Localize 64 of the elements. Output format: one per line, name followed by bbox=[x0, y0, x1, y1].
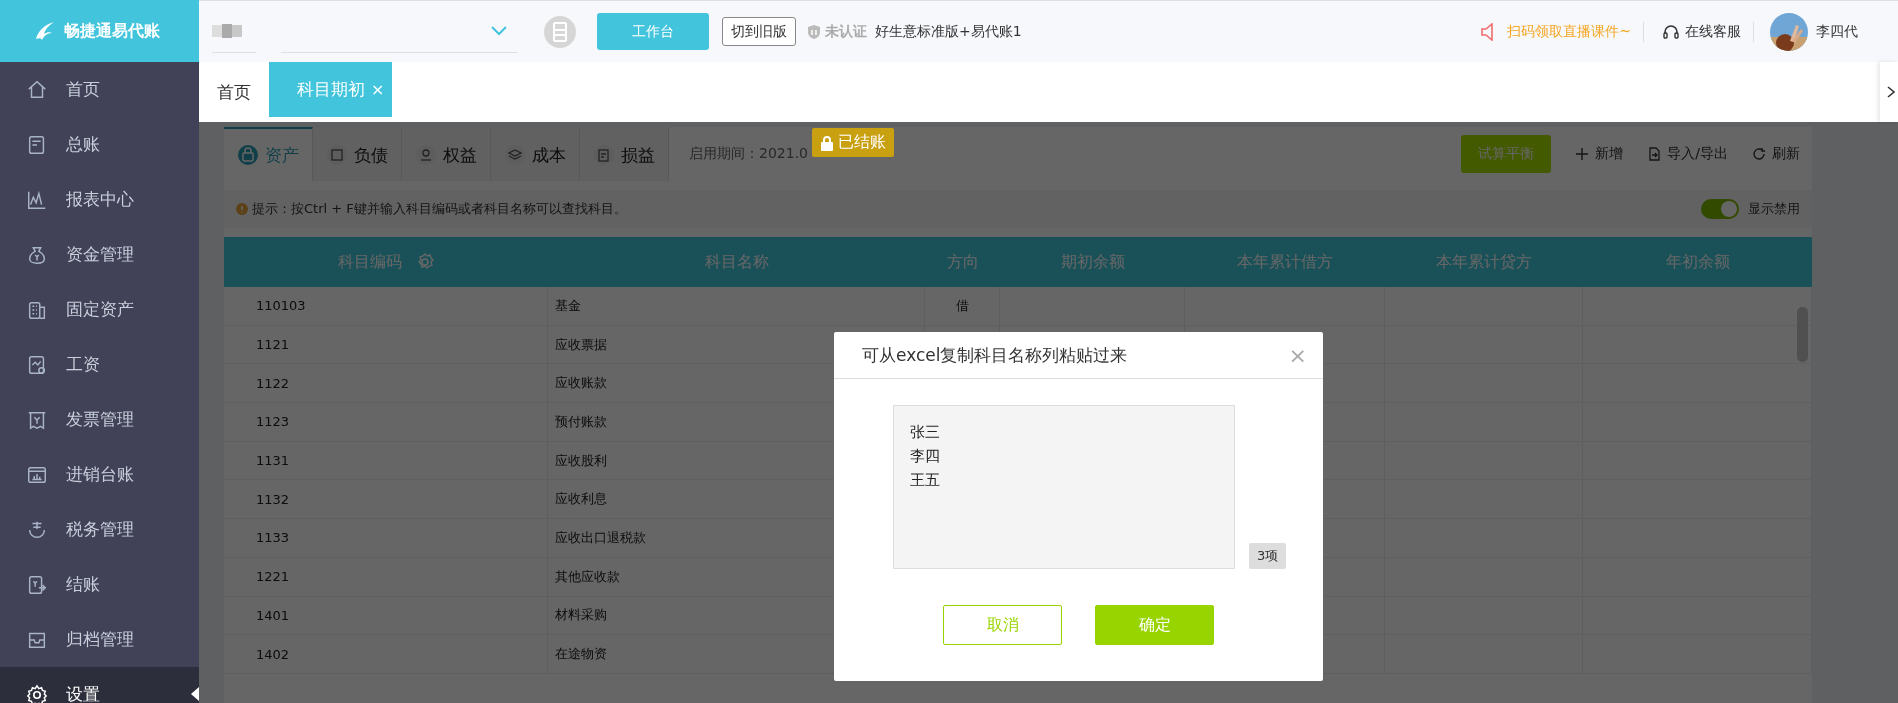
refresh-icon bbox=[1752, 147, 1766, 161]
sidebar-item[interactable]: 归档管理 bbox=[0, 612, 199, 667]
sidebar-item[interactable]: 固定资产 bbox=[0, 282, 199, 337]
column-header: 科目编码 bbox=[338, 251, 402, 273]
sidebar-item[interactable]: 发票管理 bbox=[0, 392, 199, 447]
support-link[interactable]: 在线客服 bbox=[1685, 22, 1741, 41]
closing-icon bbox=[26, 573, 48, 596]
triangle-icon bbox=[191, 687, 199, 701]
gear-icon bbox=[26, 683, 48, 703]
export-icon bbox=[1647, 147, 1662, 161]
table-cell: 1221 bbox=[224, 557, 548, 596]
plus-icon bbox=[1575, 147, 1590, 161]
toggle-switch[interactable] bbox=[1701, 199, 1739, 219]
sidebar-item[interactable]: 进销台账 bbox=[0, 447, 199, 502]
table-cell: 借 bbox=[925, 287, 1000, 325]
column-header: 本年累计贷方 bbox=[1436, 251, 1532, 273]
sidebar-item[interactable]: 结账 bbox=[0, 557, 199, 612]
sidebar-item[interactable]: 税务管理 bbox=[0, 502, 199, 557]
toolbar-action[interactable]: 导入/导出 bbox=[1647, 145, 1728, 163]
sidebar-item[interactable]: 总账 bbox=[0, 117, 199, 172]
table-cell: 基金 bbox=[548, 287, 925, 325]
settings-icon bbox=[416, 253, 434, 271]
table-cell: 1131 bbox=[224, 441, 548, 480]
logo-text: 畅捷通易代账 bbox=[64, 20, 160, 42]
sidebar-item[interactable]: 报表中心 bbox=[0, 172, 199, 227]
start-period: 启用期间：2021.0 bbox=[689, 145, 808, 163]
calendar-circle-icon bbox=[543, 14, 577, 49]
table-cell: 1133 bbox=[224, 519, 548, 557]
sidebar-item[interactable]: 资金管理 bbox=[0, 227, 199, 282]
certification-status: 未认证 bbox=[825, 22, 867, 41]
table-cell: 1132 bbox=[224, 480, 548, 519]
column-header: 本年累计借方 bbox=[1237, 251, 1333, 273]
home-icon bbox=[26, 78, 48, 101]
user-name[interactable]: 李四代 bbox=[1816, 22, 1858, 41]
lock-circle-icon bbox=[237, 144, 259, 166]
column-header: 方向 bbox=[946, 251, 979, 273]
table-cell: 1402 bbox=[224, 635, 548, 673]
old-version-button[interactable]: 切到旧版 bbox=[722, 17, 796, 46]
sidebar-item[interactable]: 首页 bbox=[0, 62, 199, 117]
shield-icon bbox=[806, 23, 822, 40]
count-badge: 3项 bbox=[1249, 543, 1287, 569]
table-cell: 1121 bbox=[224, 325, 548, 364]
table-cell: 1401 bbox=[224, 596, 548, 635]
table-cell: 1123 bbox=[224, 403, 548, 441]
input-field[interactable]: 张三 李四 王五 bbox=[893, 405, 1235, 569]
product-name: 好生意标准版+易代账1 bbox=[875, 22, 1022, 41]
table-cell: 1122 bbox=[224, 364, 548, 403]
column-header: 期初余额 bbox=[1060, 251, 1125, 273]
table-cell: 110103 bbox=[224, 287, 548, 325]
payroll-icon bbox=[26, 353, 48, 376]
chevron-down-icon bbox=[491, 26, 507, 36]
toolbar-action[interactable]: 新增 bbox=[1575, 145, 1624, 163]
sidebar-item[interactable]: 设置 bbox=[0, 667, 199, 703]
headset-icon bbox=[1662, 22, 1680, 41]
sidebar-item[interactable]: 工资 bbox=[0, 337, 199, 392]
warning-icon bbox=[236, 203, 248, 215]
tip-text: 提示：按Ctrl + F键并输入科目编码或者科目名称可以查找科目。 bbox=[252, 200, 627, 218]
column-header: 年初余额 bbox=[1665, 251, 1730, 273]
toggle-label: 显示禁用 bbox=[1748, 200, 1800, 218]
toolbar-action[interactable]: 刷新 bbox=[1752, 145, 1800, 163]
lock-icon bbox=[820, 134, 834, 151]
speaker-icon bbox=[1481, 22, 1494, 41]
column-header: 科目名称 bbox=[704, 251, 769, 273]
closed-label: 已结账 bbox=[838, 132, 886, 153]
